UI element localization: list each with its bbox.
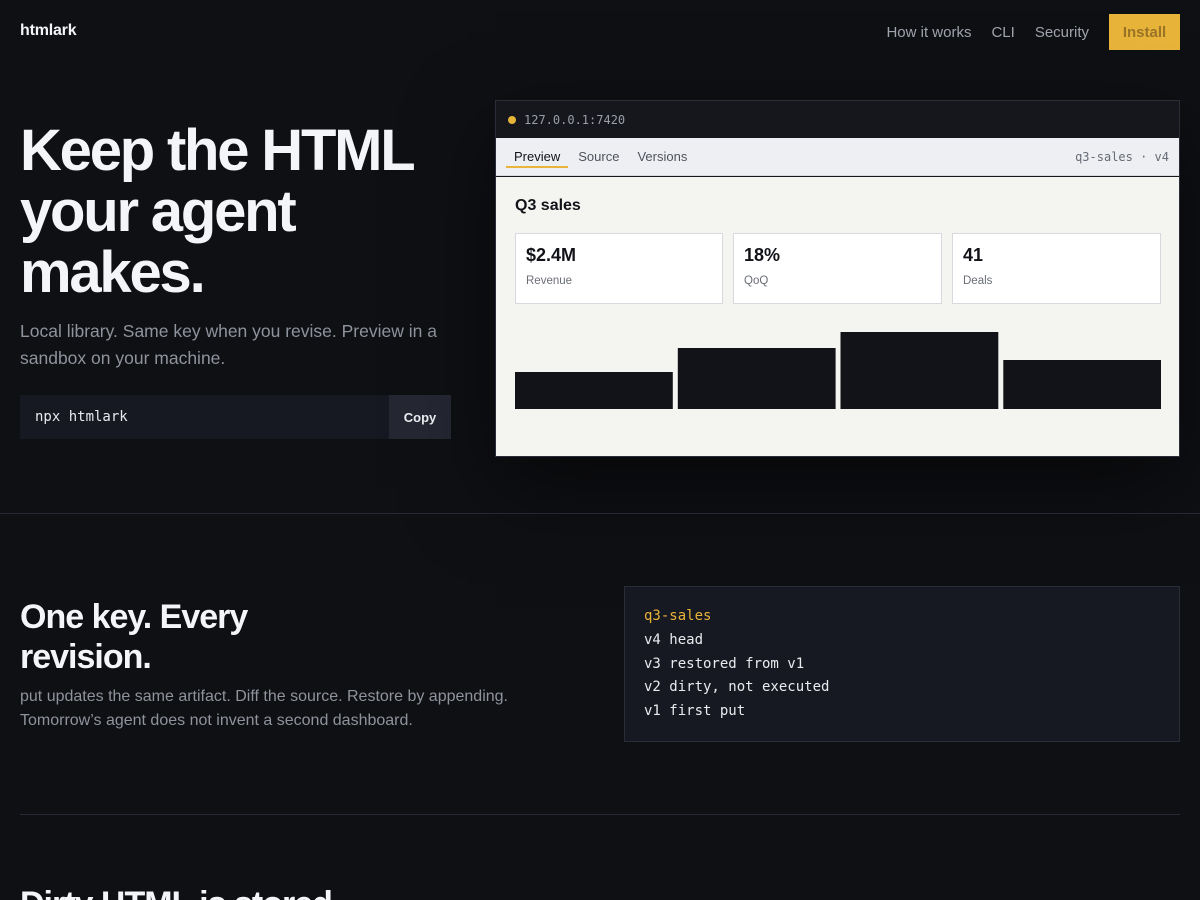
chart-bar xyxy=(840,332,999,409)
chart-bar xyxy=(1003,360,1161,409)
hero-subtitle: Local library. Same key when you revise.… xyxy=(20,321,437,368)
top-nav: htmlark How it works CLI Security Instal… xyxy=(0,0,1200,64)
code-version-line: v4 head xyxy=(644,631,704,648)
stat-card-qoq: 18% QoQ xyxy=(733,233,942,304)
code-artifact-key: q3-sales xyxy=(644,608,712,624)
brand-logo[interactable]: htmlark xyxy=(20,22,77,40)
status-dot-icon xyxy=(508,115,516,124)
version-history-code: q3-sales v4 head v3 restored from v1 v2 … xyxy=(624,586,1180,742)
revisions-description: put updates the same artifact. Diff the … xyxy=(20,688,508,729)
stat-value: $2.4M xyxy=(526,245,577,265)
hero-title: Keep the HTML your agent makes. xyxy=(20,118,415,305)
section-divider xyxy=(0,513,1200,514)
dashboard-title: Q3 sales xyxy=(515,197,581,214)
install-command-box: npx htmlark Copy xyxy=(20,395,451,439)
tab-source[interactable]: Source xyxy=(570,138,627,176)
stat-card-revenue: $2.4M Revenue xyxy=(515,233,723,304)
preview-window: 127.0.0.1:7420 Preview Source Versions q… xyxy=(495,100,1180,457)
code-version-line: v3 restored from v1 xyxy=(644,655,805,672)
nav-link-security[interactable]: Security xyxy=(1035,24,1089,41)
stat-value: 18% xyxy=(744,245,781,265)
stat-label: QoQ xyxy=(744,275,769,287)
revisions-heading: One key. Every revision. xyxy=(20,598,248,676)
code-version-line: v2 dirty, not executed xyxy=(644,679,830,696)
stat-label: Deals xyxy=(963,275,993,287)
stat-card-deals: 41 Deals xyxy=(952,233,1161,304)
section-divider xyxy=(20,814,1180,815)
stat-value: 41 xyxy=(963,245,984,265)
bar-chart xyxy=(515,332,1161,409)
tab-versions[interactable]: Versions xyxy=(629,138,695,176)
local-url: 127.0.0.1:7420 xyxy=(524,112,626,127)
chart-bar xyxy=(677,348,836,409)
stat-label: Revenue xyxy=(526,275,573,287)
nav-links: How it works CLI Security Install xyxy=(886,14,1180,50)
next-section-heading: Dirty HTML is stored xyxy=(20,884,720,900)
artifact-version: q3-sales · v4 xyxy=(1075,150,1169,164)
preview-tabs: Preview Source Versions q3-sales · v4 xyxy=(496,138,1179,176)
nav-link-cli[interactable]: CLI xyxy=(991,24,1014,41)
chart-bar xyxy=(515,372,673,409)
install-button[interactable]: Install xyxy=(1109,14,1180,50)
code-version-line: v1 first put xyxy=(644,703,746,720)
dashboard-preview: Q3 sales $2.4M Revenue 18% QoQ 41 Deals xyxy=(496,177,1179,456)
window-title-bar: 127.0.0.1:7420 xyxy=(496,101,1179,138)
install-command[interactable]: npx htmlark xyxy=(20,409,389,425)
tab-preview[interactable]: Preview xyxy=(506,138,569,176)
nav-link-how-it-works[interactable]: How it works xyxy=(886,24,971,41)
copy-button[interactable]: Copy xyxy=(389,395,451,439)
